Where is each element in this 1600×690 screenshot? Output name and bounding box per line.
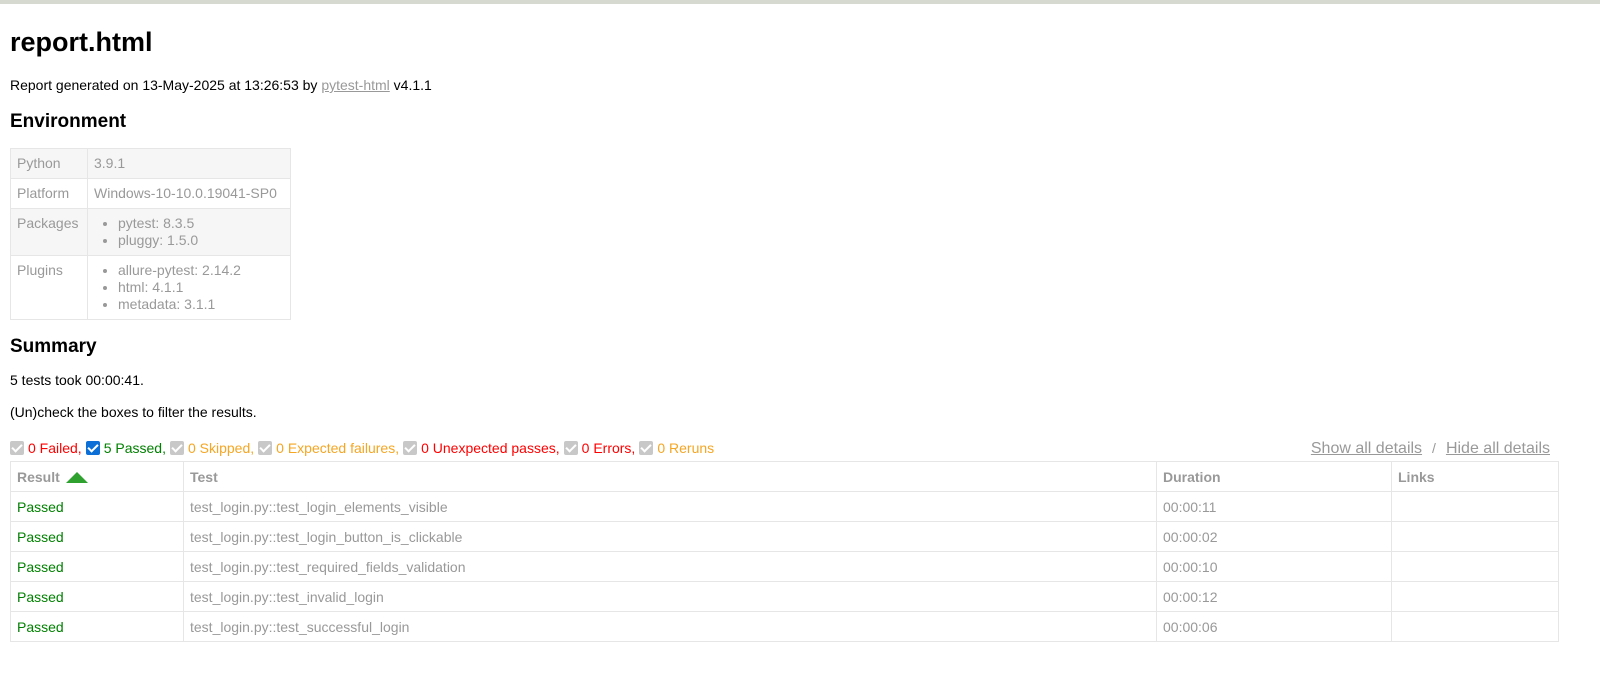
test-cell: test_login.py::test_login_elements_visib… <box>183 491 1157 522</box>
result-cell: Passed <box>10 611 184 642</box>
list-item: pluggy: 1.5.0 <box>118 232 284 249</box>
column-header-duration[interactable]: Duration <box>1156 461 1392 492</box>
details-toggle: Show all details / Hide all details <box>1311 438 1550 459</box>
filter-label: 0 Errors, <box>581 440 636 456</box>
env-key: Platform <box>10 178 88 209</box>
result-cell: Passed <box>10 551 184 582</box>
env-value: Windows-10-10.0.19041-SP0 <box>87 178 291 209</box>
filter-label: 0 Expected failures, <box>276 440 400 456</box>
env-key: Packages <box>10 208 88 256</box>
environment-table: Python 3.9.1 Platform Windows-10-10.0.19… <box>10 148 291 320</box>
hide-all-details-link[interactable]: Hide all details <box>1446 440 1550 457</box>
result-cell: Passed <box>10 581 184 612</box>
results-table: Result Test Duration Links Passed test_l… <box>10 461 1559 642</box>
env-key: Plugins <box>10 255 88 320</box>
generated-suffix: v4.1.1 <box>389 77 432 93</box>
filter-expected-failures[interactable]: 0 Expected failures, <box>258 440 399 456</box>
filter-label: 5 Passed, <box>103 440 166 456</box>
filter-failed[interactable]: 0 Failed, <box>10 440 82 456</box>
env-value: 3.9.1 <box>87 148 291 179</box>
table-row[interactable]: Passed test_login.py::test_required_fiel… <box>10 551 1559 582</box>
duration-cell: 00:00:12 <box>1156 581 1392 612</box>
filter-passed[interactable]: 5 Passed, <box>85 440 166 456</box>
checkbox-icon[interactable] <box>639 441 654 455</box>
env-row-packages: Packages pytest: 8.3.5 pluggy: 1.5.0 <box>10 208 291 256</box>
links-cell <box>1391 551 1559 582</box>
table-row[interactable]: Passed test_login.py::test_invalid_login… <box>10 581 1559 612</box>
filter-hint: (Un)check the boxes to filter the result… <box>10 404 257 420</box>
filter-skipped[interactable]: 0 Skipped, <box>169 440 255 456</box>
env-value: pytest: 8.3.5 pluggy: 1.5.0 <box>87 208 291 256</box>
env-row-python: Python 3.9.1 <box>10 148 291 179</box>
checkbox-icon[interactable] <box>169 441 184 455</box>
sort-ascending-icon <box>65 471 88 483</box>
filter-label: 0 Skipped, <box>187 440 255 456</box>
column-header-links[interactable]: Links <box>1391 461 1559 492</box>
env-row-platform: Platform Windows-10-10.0.19041-SP0 <box>10 178 291 209</box>
filter-errors[interactable]: 0 Errors, <box>563 440 636 456</box>
plugins-list: allure-pytest: 2.14.2 html: 4.1.1 metada… <box>94 262 284 313</box>
checkbox-icon[interactable] <box>10 441 24 455</box>
filter-label: 0 Failed, <box>28 440 82 456</box>
filter-bar: 0 Failed, 5 Passed, 0 Skipped, 0 Expecte… <box>10 438 1550 458</box>
report-content: report.html Report generated on 13-May-2… <box>10 26 1590 642</box>
test-cell: test_login.py::test_invalid_login <box>183 581 1157 612</box>
checkbox-icon[interactable] <box>258 441 273 455</box>
checkbox-icon[interactable] <box>403 441 418 455</box>
header-label: Result <box>17 468 60 485</box>
duration-cell: 00:00:02 <box>1156 521 1392 552</box>
list-item: metadata: 3.1.1 <box>118 296 284 313</box>
links-cell <box>1391 581 1559 612</box>
table-row[interactable]: Passed test_login.py::test_login_element… <box>10 491 1559 522</box>
top-border <box>0 0 1600 4</box>
list-item: allure-pytest: 2.14.2 <box>118 262 284 279</box>
summary-duration: 5 tests took 00:00:41. <box>10 372 144 388</box>
details-separator: / <box>1432 440 1436 456</box>
duration-cell: 00:00:10 <box>1156 551 1392 582</box>
list-item: html: 4.1.1 <box>118 279 284 296</box>
packages-list: pytest: 8.3.5 pluggy: 1.5.0 <box>94 215 284 249</box>
test-cell: test_login.py::test_successful_login <box>183 611 1157 642</box>
env-value: allure-pytest: 2.14.2 html: 4.1.1 metada… <box>87 255 291 320</box>
generated-prefix: Report generated on 13-May-2025 at 13:26… <box>10 77 322 93</box>
filter-reruns[interactable]: 0 Reruns <box>639 440 714 456</box>
env-key: Python <box>10 148 88 179</box>
results-header-row: Result Test Duration Links <box>10 461 1559 492</box>
summary-heading: Summary <box>10 336 97 357</box>
result-cell: Passed <box>10 521 184 552</box>
filter-label: 0 Unexpected passes, <box>421 440 560 456</box>
filter-label: 0 Reruns <box>657 440 715 456</box>
column-header-result[interactable]: Result <box>10 461 184 492</box>
links-cell <box>1391 611 1559 642</box>
page-title: report.html <box>10 27 153 57</box>
generated-line: Report generated on 13-May-2025 at 13:26… <box>10 76 1590 94</box>
links-cell <box>1391 491 1559 522</box>
test-cell: test_login.py::test_login_button_is_clic… <box>183 521 1157 552</box>
duration-cell: 00:00:11 <box>1156 491 1392 522</box>
filter-unexpected-passes[interactable]: 0 Unexpected passes, <box>403 440 560 456</box>
checkbox-checked-icon[interactable] <box>85 441 100 455</box>
result-cell: Passed <box>10 491 184 522</box>
table-row[interactable]: Passed test_login.py::test_successful_lo… <box>10 611 1559 642</box>
links-cell <box>1391 521 1559 552</box>
test-cell: test_login.py::test_required_fields_vali… <box>183 551 1157 582</box>
show-all-details-link[interactable]: Show all details <box>1311 440 1422 457</box>
table-row[interactable]: Passed test_login.py::test_login_button_… <box>10 521 1559 552</box>
duration-cell: 00:00:06 <box>1156 611 1392 642</box>
list-item: pytest: 8.3.5 <box>118 215 284 232</box>
pytest-html-link[interactable]: pytest-html <box>321 77 389 93</box>
environment-heading: Environment <box>10 111 127 132</box>
column-header-test[interactable]: Test <box>183 461 1157 492</box>
checkbox-icon[interactable] <box>563 441 578 455</box>
env-row-plugins: Plugins allure-pytest: 2.14.2 html: 4.1.… <box>10 255 291 320</box>
